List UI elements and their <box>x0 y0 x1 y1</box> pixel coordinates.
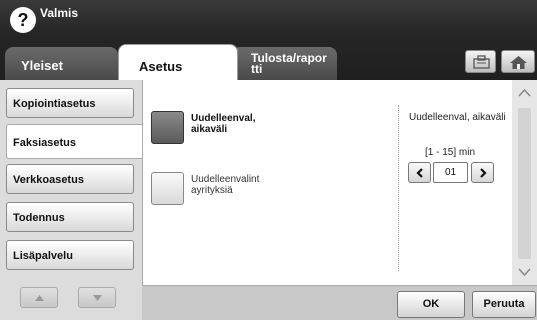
redial-attempts-option-label: Uudelleenvalint ayrityksiä <box>191 174 260 196</box>
home-icon <box>510 56 527 69</box>
settings-panel: Uudelleenval, aikaväli Uudelleenvalint a… <box>142 80 537 285</box>
tab-print-report[interactable]: Tulosta/rapor tti <box>232 47 337 80</box>
sidebar-item-label: Todennus <box>13 212 65 224</box>
triangle-down-icon <box>93 295 102 301</box>
panel-divider <box>398 105 399 271</box>
sidebar-item-authentication[interactable]: Todennus <box>6 202 134 232</box>
fax-settings-screen: ? Valmis Yleiset Tulosta/rapor tti Asetu… <box>0 0 537 320</box>
detail-title: Uudelleenval, aikaväli <box>409 112 506 123</box>
chevron-down-icon[interactable] <box>516 266 533 278</box>
sidebar: Kopiointiasetus Faksiasetus Verkkoasetus… <box>0 80 144 320</box>
sidebar-scroll-up-button[interactable] <box>20 287 58 308</box>
redial-interval-option-label: Uudelleenval, aikaväli <box>191 113 256 135</box>
status-text: Valmis <box>40 6 79 20</box>
sidebar-item-fax-settings[interactable]: Faksiasetus <box>6 124 144 159</box>
tab-settings[interactable]: Asetus <box>118 44 238 80</box>
scrollbar-track[interactable] <box>518 108 531 259</box>
redial-interval-option-button[interactable] <box>151 111 184 144</box>
sidebar-item-extra-services[interactable]: Lisäpalvelu <box>6 240 134 270</box>
chevron-right-icon <box>480 168 487 178</box>
sidebar-item-label: Lisäpalvelu <box>13 250 73 262</box>
range-hint: [1 - 15] min <box>425 147 476 158</box>
tab-general[interactable]: Yleiset <box>5 47 118 80</box>
sidebar-item-network-settings[interactable]: Verkkoasetus <box>6 164 134 194</box>
tab-print-report-label: Tulosta/rapor tti <box>251 51 327 76</box>
chevron-left-icon <box>416 168 423 178</box>
tab-general-label: Yleiset <box>21 58 63 73</box>
footer-bar: OK Peruuta <box>142 285 537 320</box>
sidebar-item-label: Verkkoasetus <box>13 174 84 186</box>
help-button[interactable]: ? <box>10 7 36 33</box>
triangle-up-icon <box>35 295 44 301</box>
ok-button[interactable]: OK <box>397 291 465 318</box>
home-button[interactable] <box>501 50 535 73</box>
sidebar-item-label: Kopiointiasetus <box>13 98 96 110</box>
job-status-button[interactable] <box>465 50 496 73</box>
job-status-icon <box>473 55 490 69</box>
increment-button[interactable] <box>471 162 494 183</box>
chevron-up-icon[interactable] <box>516 87 533 99</box>
sidebar-scroll-down-button[interactable] <box>78 287 116 308</box>
decrement-button[interactable] <box>408 162 431 183</box>
top-bar: ? Valmis Yleiset Tulosta/rapor tti Asetu… <box>0 0 537 80</box>
sidebar-item-label: Faksiasetus <box>13 137 76 149</box>
redial-attempts-option-button[interactable] <box>151 172 184 205</box>
interval-value-field[interactable]: 01 <box>433 162 468 183</box>
cancel-button[interactable]: Peruuta <box>472 291 536 318</box>
tab-settings-label: Asetus <box>139 59 183 74</box>
sidebar-item-copy-settings[interactable]: Kopiointiasetus <box>6 88 134 118</box>
vertical-scrollbar[interactable] <box>512 80 537 285</box>
